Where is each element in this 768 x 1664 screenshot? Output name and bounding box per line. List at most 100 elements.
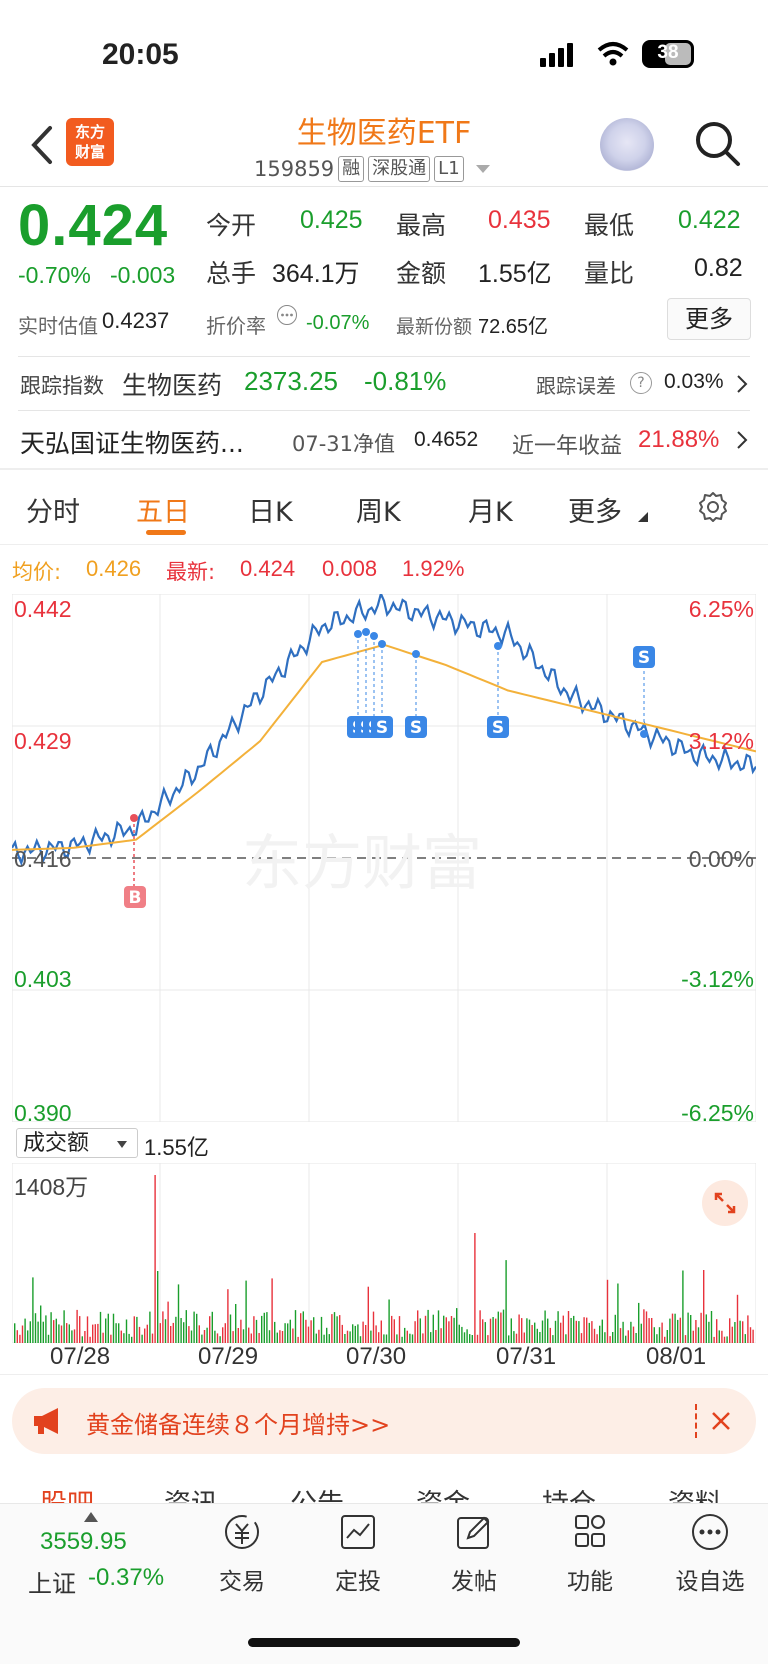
fund-name[interactable]: 天弘国证生物医药... <box>20 424 244 460</box>
tab-more[interactable]: 更多 <box>568 490 622 529</box>
volume-bar <box>375 1325 377 1343</box>
volume-bar <box>684 1335 687 1343</box>
volume-label: 总手 <box>206 259 257 288</box>
volume-bar <box>307 1326 310 1343</box>
volume-bar <box>513 1331 515 1343</box>
svg-text:S: S <box>638 648 650 668</box>
volume-total: 1.55亿 <box>144 1135 209 1160</box>
expand-chart-button[interactable] <box>702 1180 748 1226</box>
security-code-row[interactable]: 159859 融 深股通 L1 <box>254 156 490 182</box>
more-button[interactable]: 更多 <box>667 298 751 340</box>
volume-bar <box>193 1311 195 1343</box>
nav-fixed-invest[interactable]: 定投 <box>308 1512 408 1596</box>
x-label-0: 07/28 <box>50 1343 111 1370</box>
volume-bar <box>690 1315 692 1343</box>
volume-bar <box>528 1319 531 1343</box>
tracking-index-name[interactable]: 生物医药 <box>122 366 222 402</box>
volume-bar <box>339 1315 341 1343</box>
volume-bar <box>102 1332 104 1343</box>
close-icon[interactable] <box>710 1410 732 1432</box>
functions-grid-icon <box>575 1515 605 1547</box>
tracking-error-label: 跟踪误差 <box>536 374 616 398</box>
banner-text[interactable]: 黄金储备连续８个月增持>> <box>86 1405 390 1440</box>
tab-weekly-k[interactable]: 周K <box>356 490 401 529</box>
volume-bar <box>63 1310 65 1343</box>
tracking-index-value: 2373.25 <box>244 366 338 396</box>
volume-bar <box>554 1320 557 1343</box>
volume-bar <box>27 1330 29 1343</box>
volume-bar <box>692 1330 694 1343</box>
index-ticker-name[interactable]: 上证 <box>28 1564 76 1599</box>
chevron-right-icon[interactable] <box>736 374 748 394</box>
nav-post[interactable]: 发帖 <box>424 1512 524 1596</box>
volume-bar <box>365 1325 367 1343</box>
volume-bar <box>320 1316 323 1343</box>
volume-bar <box>107 1313 109 1343</box>
volume-bar <box>71 1330 73 1343</box>
volume-metric-select[interactable]: 成交额 <box>16 1128 138 1158</box>
volume-bar <box>388 1299 390 1343</box>
volume-bar <box>744 1334 746 1343</box>
search-icon[interactable] <box>692 118 742 168</box>
volume-bar <box>456 1308 458 1343</box>
volume-bar <box>255 1319 258 1343</box>
volume-bar <box>227 1289 229 1343</box>
volume-bar <box>185 1310 187 1343</box>
volume-bar <box>76 1309 78 1343</box>
volume-bar <box>300 1313 302 1343</box>
volume-bar <box>752 1329 754 1343</box>
tab-intraday[interactable]: 分时 <box>26 490 80 529</box>
volume-bar <box>229 1314 232 1343</box>
tab-five-day[interactable]: 五日 <box>136 490 190 529</box>
nav-functions[interactable]: 功能 <box>540 1512 640 1596</box>
help-icon[interactable]: ? <box>630 372 652 394</box>
settings-gear-icon[interactable] <box>696 490 730 524</box>
volume-bar <box>599 1325 601 1343</box>
index-ticker-value[interactable]: 3559.95 <box>40 1528 127 1556</box>
volume-bar <box>383 1334 385 1343</box>
assistant-robot-icon[interactable] <box>600 118 654 172</box>
volume-bar <box>232 1331 234 1343</box>
volume-bar <box>713 1336 715 1343</box>
volume-bar <box>203 1330 206 1343</box>
avg-label: 均价: <box>12 560 62 584</box>
volume-bar <box>99 1311 102 1343</box>
volume-bar <box>21 1325 24 1343</box>
volume-bar <box>409 1333 411 1343</box>
volume-bar <box>284 1323 286 1343</box>
volume-bar <box>183 1322 185 1343</box>
volume-bar <box>84 1331 86 1343</box>
tab-daily-k[interactable]: 日K <box>248 490 293 529</box>
chevron-right-icon[interactable] <box>736 430 748 450</box>
volume-bar <box>341 1324 343 1343</box>
volume-bar <box>209 1316 211 1343</box>
volume-bar <box>463 1332 466 1343</box>
volume-bar <box>253 1316 255 1343</box>
svg-text:B: B <box>129 888 142 908</box>
nav-trade[interactable]: 交易 <box>192 1512 292 1596</box>
volume-bar <box>198 1325 200 1343</box>
tab-monthly-k[interactable]: 月K <box>468 490 513 529</box>
nav-watchlist[interactable]: 设自选 <box>660 1512 760 1596</box>
x-label-4: 08/01 <box>646 1343 707 1370</box>
price-chart[interactable]: 东方财富 B SSSSSSS <box>12 594 756 1122</box>
volume-bar <box>419 1318 421 1343</box>
volume-bar <box>19 1334 21 1343</box>
volume-bar <box>432 1314 434 1343</box>
volume-bar <box>385 1334 388 1343</box>
volume-bar <box>406 1330 408 1343</box>
volume-bar <box>580 1333 583 1343</box>
corner-caret-icon <box>638 512 648 522</box>
status-bar: 20:05 38 <box>0 0 768 100</box>
info-dots-icon[interactable] <box>276 304 298 326</box>
volume-chart[interactable] <box>12 1163 756 1343</box>
volume-bar <box>612 1332 614 1343</box>
volume-bar <box>16 1330 18 1343</box>
svg-text:S: S <box>376 718 388 738</box>
volume-bar <box>250 1333 252 1343</box>
volume-bar <box>110 1334 112 1343</box>
volume-bar <box>258 1333 260 1343</box>
volume-bar <box>32 1277 34 1343</box>
change-amount: -0.003 <box>110 262 176 288</box>
index-ticker-change[interactable]: -0.37% <box>88 1564 164 1592</box>
